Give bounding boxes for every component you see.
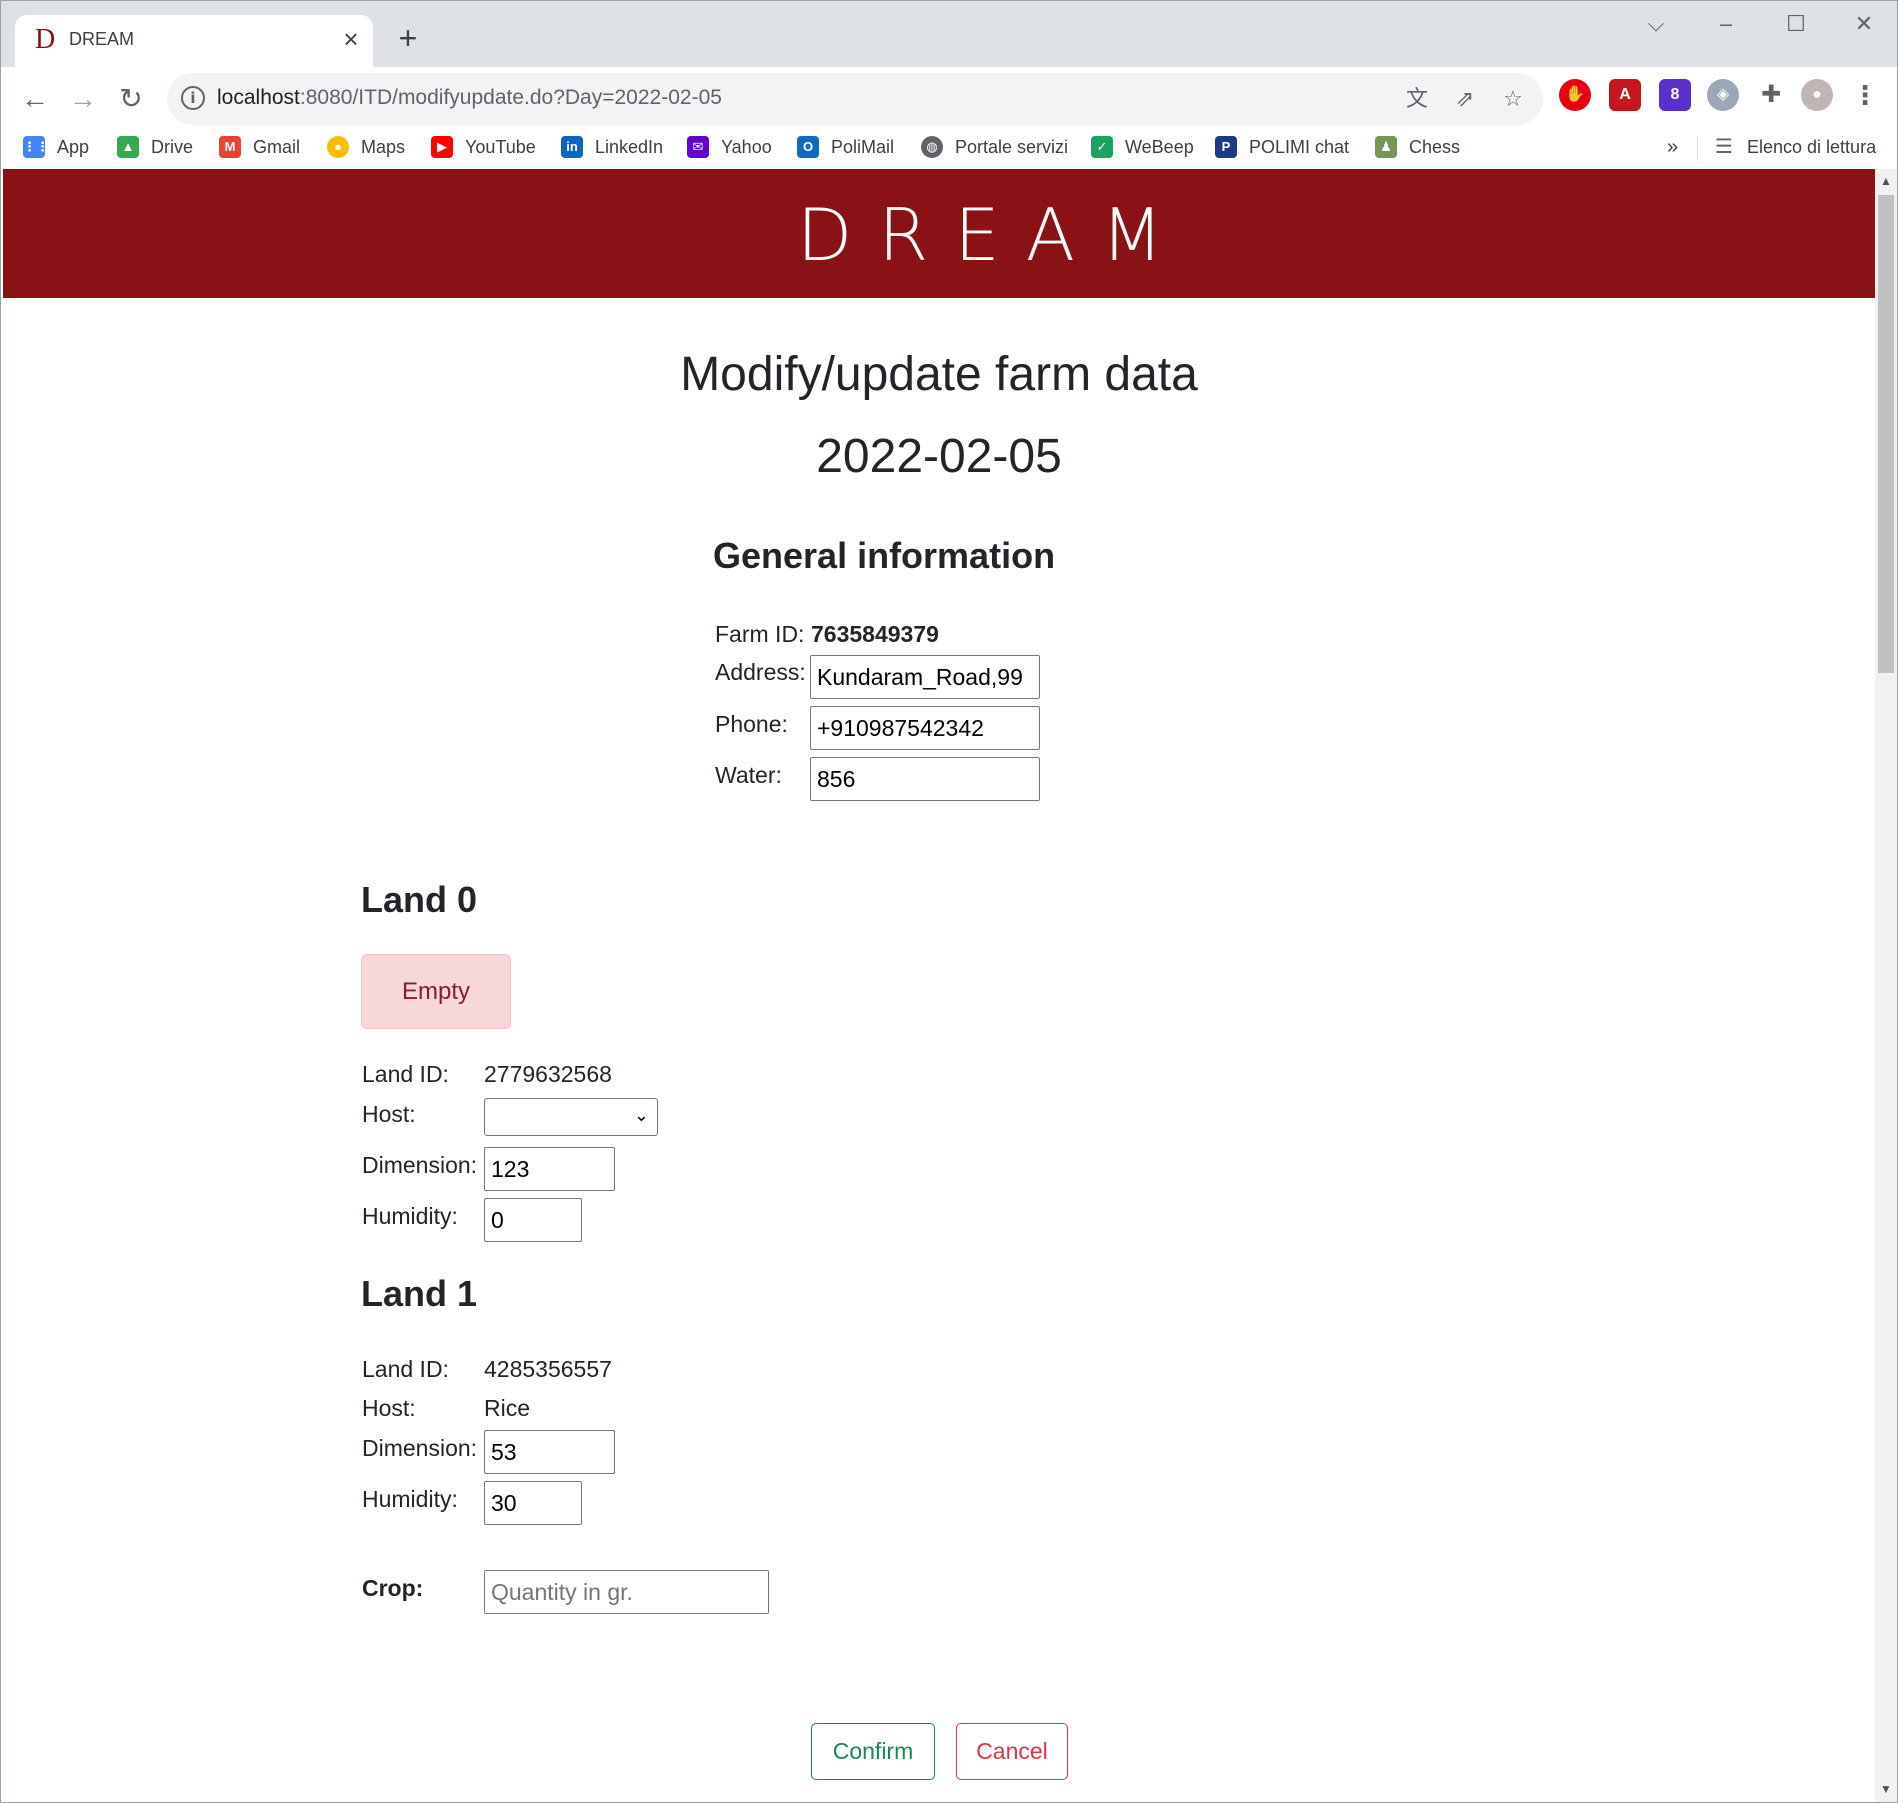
land-1-host-value: Rice (484, 1395, 531, 1421)
page-scrollbar[interactable]: ▲ ▼ (1875, 169, 1897, 1802)
share-icon[interactable]: ⇗ (1451, 85, 1479, 113)
badge-extension-icon[interactable]: 8 (1659, 79, 1691, 111)
land-1-id-value: 4285356557 (484, 1356, 612, 1382)
farm-id-value: 7635849379 (811, 621, 939, 647)
back-icon[interactable]: ← (17, 81, 53, 117)
tab-title: DREAM (69, 29, 135, 49)
cancel-button[interactable]: Cancel (956, 1723, 1068, 1780)
land-1-dimension-label: Dimension: (362, 1435, 478, 1461)
bookmark-app[interactable]: ⋮⋮ App (23, 133, 89, 161)
google-maps-icon: ● (327, 136, 349, 158)
water-label: Water: (715, 762, 782, 788)
bookmarks-separator (1697, 137, 1698, 161)
bookmark-maps[interactable]: ● Maps (327, 133, 405, 161)
bookmarks-overflow-icon[interactable]: » (1667, 133, 1678, 161)
dream-logo: DREAM (796, 193, 1190, 277)
bookmark-polimail[interactable]: O PoliMail (797, 133, 894, 161)
farm-id-label: Farm ID: (715, 621, 805, 647)
general-info-heading: General information (713, 535, 1056, 576)
bookmark-drive[interactable]: ▲ Drive (117, 133, 193, 161)
bookmark-chess[interactable]: ♟ Chess (1375, 133, 1460, 161)
confirm-button[interactable]: Confirm (811, 1723, 935, 1780)
address-bar[interactable]: i localhost:8080/ITD/modifyupdate.do?Day… (167, 73, 1543, 125)
url-text[interactable]: localhost:8080/ITD/modifyupdate.do?Day=2… (217, 86, 722, 110)
land-0-id-value: 2779632568 (484, 1061, 612, 1087)
land-0-host-label: Host: (362, 1101, 416, 1127)
address-field[interactable] (810, 655, 1040, 699)
page-title: Modify/update farm data (680, 348, 1198, 401)
phone-label: Phone: (715, 711, 788, 737)
webeep-check-icon: ✓ (1091, 136, 1113, 158)
land-0-dimension-label: Dimension: (362, 1152, 478, 1178)
bookmark-star-icon[interactable]: ☆ (1499, 85, 1527, 113)
close-tab-icon[interactable]: × (337, 25, 365, 53)
google-drive-icon: ▲ (117, 136, 139, 158)
adblock-extension-icon[interactable]: ✋ (1559, 79, 1591, 111)
tab-strip: D DREAM × + ⌵ – ☐ ✕ (1, 1, 1897, 67)
scroll-down-icon[interactable]: ▼ (1875, 1779, 1897, 1799)
reading-list-button[interactable]: ☰ Elenco di lettura (1713, 133, 1876, 161)
tab-search-icon[interactable]: ⌵ (1641, 9, 1671, 39)
land-0-dimension-field[interactable] (484, 1147, 615, 1191)
gmail-icon: M (219, 136, 241, 158)
shield-extension-icon[interactable]: ◈ (1707, 79, 1739, 111)
globe-icon: ◍ (921, 136, 943, 158)
crop-label: Crop: (362, 1575, 424, 1601)
extensions-puzzle-icon[interactable]: ✚ (1755, 79, 1787, 111)
header-banner: DREAM (3, 169, 1875, 298)
address-label: Address: (715, 659, 806, 685)
land-1-humidity-label: Humidity: (362, 1486, 458, 1512)
bookmark-polimi-chat[interactable]: P POLIMI chat (1215, 133, 1349, 161)
dream-favicon-icon: D (35, 24, 56, 55)
bookmark-youtube[interactable]: ▶ YouTube (431, 133, 536, 161)
reload-icon[interactable]: ↻ (113, 81, 149, 117)
bookmark-webeep[interactable]: ✓ WeBeep (1091, 133, 1194, 161)
scroll-up-icon[interactable]: ▲ (1875, 171, 1897, 191)
bookmark-yahoo[interactable]: ✉ Yahoo (687, 133, 772, 161)
chevron-down-icon: ⌄ (633, 1105, 649, 1125)
acrobat-extension-icon[interactable]: A (1609, 79, 1641, 111)
minimize-icon[interactable]: – (1711, 9, 1741, 39)
browser-window: D DREAM × + ⌵ – ☐ ✕ ← → ↻ i localhost:80… (0, 0, 1898, 1803)
forward-icon[interactable]: → (65, 81, 101, 117)
land-1-heading: Land 1 (361, 1273, 478, 1314)
land-0-empty-badge: Empty (361, 954, 511, 1029)
site-info-icon[interactable]: i (181, 86, 205, 110)
land-0-humidity-field[interactable] (484, 1198, 582, 1242)
land-1-dimension-field[interactable] (484, 1430, 615, 1474)
maximize-icon[interactable]: ☐ (1781, 9, 1811, 39)
page-viewport: DREAM Modify/update farm data 2022-02-05… (3, 169, 1875, 1802)
outlook-icon: O (797, 136, 819, 158)
land-1-humidity-field[interactable] (484, 1481, 582, 1525)
land-1-host-label: Host: (362, 1395, 416, 1421)
bookmark-linkedin[interactable]: in LinkedIn (561, 133, 663, 161)
page-date: 2022-02-05 (816, 430, 1062, 483)
polimi-chat-icon: P (1215, 136, 1237, 158)
bookmark-gmail[interactable]: M Gmail (219, 133, 300, 161)
bookmarks-bar: ⋮⋮ App ▲ Drive M Gmail ● Maps ▶ YouTube in Lin… (1, 123, 1897, 173)
reading-list-icon: ☰ (1715, 136, 1733, 158)
profile-avatar-icon[interactable]: ● (1801, 79, 1833, 111)
new-tab-button[interactable]: + (393, 22, 423, 54)
land-0-heading: Land 0 (361, 879, 478, 920)
phone-field[interactable] (810, 706, 1040, 750)
tab-dream[interactable]: D DREAM × (15, 15, 373, 67)
browser-menu-icon[interactable]: ⋮ (1849, 79, 1881, 111)
crop-quantity-input[interactable] (484, 1570, 769, 1614)
youtube-icon: ▶ (431, 136, 453, 158)
scrollbar-thumb[interactable] (1878, 195, 1894, 673)
land-0-host-select[interactable]: ⌄ (484, 1098, 658, 1136)
land-0-id-label: Land ID: (362, 1061, 449, 1087)
chess-pawn-icon: ♟ (1375, 136, 1397, 158)
land-0-humidity-label: Humidity: (362, 1203, 458, 1229)
close-window-icon[interactable]: ✕ (1849, 9, 1879, 39)
browser-toolbar: ← → ↻ i localhost:8080/ITD/modifyupdate.… (1, 67, 1897, 185)
land-1-id-label: Land ID: (362, 1356, 449, 1382)
linkedin-icon: in (561, 136, 583, 158)
bookmark-portale-servizi[interactable]: ◍ Portale servizi (921, 133, 1068, 161)
translate-icon[interactable]: 文 (1403, 85, 1431, 113)
apps-grid-icon: ⋮⋮ (23, 136, 49, 158)
yahoo-icon: ✉ (687, 136, 709, 158)
water-field[interactable] (810, 757, 1040, 801)
